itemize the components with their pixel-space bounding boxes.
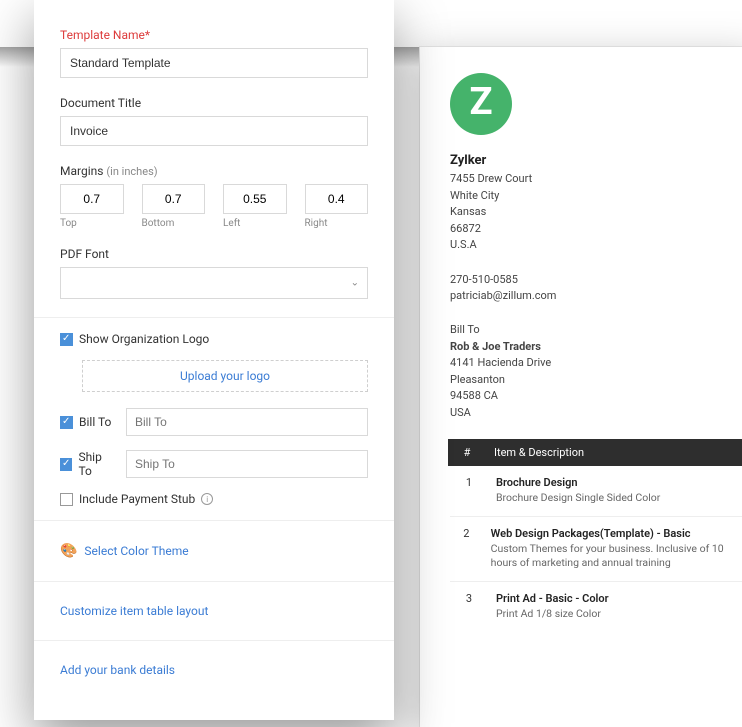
- margin-top-input[interactable]: [60, 184, 124, 214]
- bill-to-checkbox[interactable]: [60, 416, 73, 429]
- bill-to-label: Bill To: [79, 415, 111, 429]
- margins-label: Margins (in inches): [60, 164, 368, 178]
- org-contact-block: 270-510-0585 patriciab@zillum.com: [450, 272, 742, 305]
- show-logo-checkbox[interactable]: [60, 333, 73, 346]
- table-row: 2 Web Design Packages(Template) - Basic …: [450, 517, 742, 581]
- template-settings-panel: Template Name* Document Title Margins (i…: [34, 0, 394, 720]
- show-logo-label: Show Organization Logo: [79, 332, 209, 346]
- divider: [34, 520, 394, 521]
- customize-table-link[interactable]: Customize item table layout: [60, 604, 208, 618]
- divider: [34, 581, 394, 582]
- bill-to-block: Bill To Rob & Joe Traders 4141 Hacienda …: [450, 323, 742, 422]
- upload-logo-button[interactable]: Upload your logo: [82, 360, 368, 392]
- pdf-font-label: PDF Font: [60, 247, 368, 261]
- org-name: Zylker: [450, 153, 742, 168]
- table-row: 1 Brochure Design Brochure Design Single…: [450, 466, 742, 516]
- select-color-theme-link[interactable]: Select Color Theme: [84, 544, 188, 558]
- margin-left-input[interactable]: [223, 184, 287, 214]
- margin-bottom-input[interactable]: [142, 184, 206, 214]
- pdf-font-select[interactable]: ⌄: [60, 267, 368, 299]
- payment-stub-checkbox[interactable]: [60, 493, 73, 506]
- items-table-header: # Item & Description: [448, 439, 742, 466]
- ship-to-input[interactable]: [126, 450, 368, 478]
- bill-to-name: Rob & Joe Traders: [450, 339, 742, 356]
- divider: [34, 317, 394, 318]
- org-address-block: Zylker 7455 Drew Court White City Kansas…: [450, 153, 742, 254]
- document-title-label: Document Title: [60, 96, 368, 110]
- bill-to-input[interactable]: [126, 408, 368, 436]
- template-name-input[interactable]: [60, 48, 368, 78]
- ship-to-label: Ship To: [78, 450, 116, 478]
- table-row: 3 Print Ad - Basic - Color Print Ad 1/8 …: [450, 582, 742, 632]
- invoice-preview: Z Zylker 7455 Drew Court White City Kans…: [420, 47, 742, 727]
- bank-details-link[interactable]: Add your bank details: [60, 663, 175, 677]
- document-title-input[interactable]: [60, 116, 368, 146]
- ship-to-checkbox[interactable]: [60, 458, 72, 471]
- margin-right-input[interactable]: [305, 184, 369, 214]
- palette-icon: 🎨: [60, 543, 77, 559]
- template-name-label: Template Name*: [60, 28, 368, 42]
- payment-stub-label: Include Payment Stub: [79, 492, 195, 506]
- divider: [34, 640, 394, 641]
- bill-to-heading: Bill To: [450, 323, 742, 336]
- org-logo: Z: [450, 73, 512, 135]
- info-icon[interactable]: i: [201, 493, 213, 505]
- chevron-down-icon: ⌄: [351, 278, 359, 289]
